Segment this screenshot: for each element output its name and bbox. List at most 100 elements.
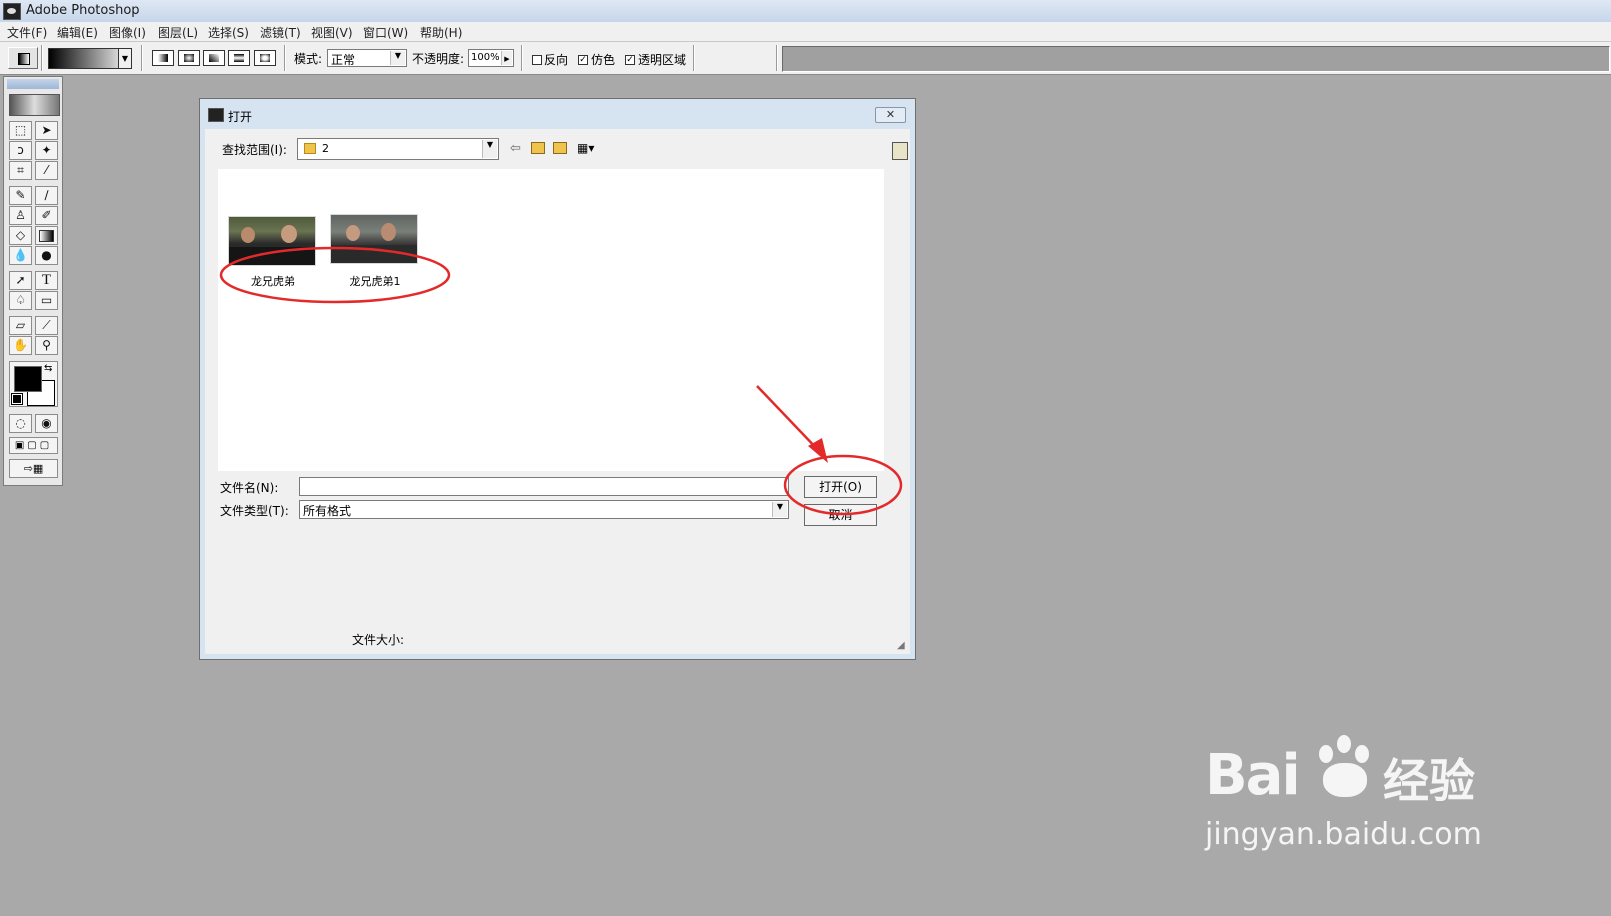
screen-mode-icons[interactable]: ▣▢▢ (9, 437, 58, 454)
reverse-label: 反向 (544, 53, 569, 67)
mode-label: 模式: (294, 52, 323, 66)
jump-to-imageready-icon[interactable]: ⇨▦ (9, 459, 58, 478)
reverse-checkbox[interactable] (532, 55, 542, 65)
reflected-gradient-button[interactable] (228, 50, 250, 66)
stamp-tool-icon[interactable]: ♙ (9, 206, 32, 225)
menu-view[interactable]: 视图(V) (311, 24, 353, 41)
up-folder-icon[interactable] (531, 142, 545, 154)
file-thumbnail (228, 216, 316, 266)
default-colors-icon[interactable] (11, 393, 23, 405)
menu-select[interactable]: 选择(S) (208, 24, 249, 41)
dialog-title-bar[interactable]: 打开 ✕ (200, 99, 915, 129)
new-folder-icon[interactable] (553, 142, 567, 154)
marquee-tool-icon[interactable]: ⬚ (9, 121, 32, 140)
close-button[interactable]: ✕ (875, 107, 906, 123)
filename-input[interactable] (299, 477, 789, 496)
mode-value: 正常 (331, 53, 356, 67)
look-in-select[interactable]: 2 ▼ (297, 138, 499, 160)
history-brush-icon[interactable]: ✐ (35, 206, 58, 225)
type-tool-icon[interactable]: T (35, 271, 58, 290)
chevron-down-icon: ▼ (482, 140, 497, 158)
blur-tool-icon[interactable]: 💧 (9, 246, 32, 265)
diamond-gradient-button[interactable] (254, 50, 276, 66)
standard-mode-icon[interactable]: ◌ (9, 414, 32, 433)
file-list[interactable]: 龙兄虎弟 龙兄虎弟1 (218, 169, 884, 471)
chevron-down-icon: ▼ (772, 502, 787, 517)
lasso-tool-icon[interactable]: ↄ (9, 141, 32, 160)
eraser-tool-icon[interactable]: ◇ (9, 226, 32, 245)
view-menu-icon[interactable]: ▦▾ (577, 141, 594, 155)
notes-tool-icon[interactable]: ▱ (9, 316, 32, 335)
desktop-shortcut-icon[interactable] (892, 142, 908, 160)
linear-gradient-button[interactable] (152, 50, 174, 66)
pen-tool-icon[interactable]: ♤ (9, 291, 32, 310)
gradient-tool-icon (18, 53, 30, 65)
photoshop-eye-icon[interactable] (9, 94, 60, 116)
watermark-brand-right: 经验 (1383, 754, 1475, 808)
opacity-label: 不透明度: (412, 52, 465, 66)
palette-well[interactable] (782, 46, 1610, 72)
eyedropper-icon[interactable]: ⟋ (35, 316, 58, 335)
menu-edit[interactable]: 编辑(E) (57, 24, 98, 41)
menu-layer[interactable]: 图层(L) (158, 24, 198, 41)
opacity-field[interactable]: 100% ▶ (468, 49, 514, 67)
quick-mask-icon[interactable]: ◉ (35, 414, 58, 433)
menu-file[interactable]: 文件(F) (7, 24, 47, 41)
filetype-select[interactable]: 所有格式 ▼ (299, 500, 789, 519)
dither-label: 仿色 (591, 53, 616, 67)
back-arrow-icon[interactable]: ⇦ (510, 141, 521, 156)
radial-gradient-button[interactable] (178, 50, 200, 66)
resize-grip-icon[interactable]: ◢ (897, 640, 905, 651)
chevron-down-icon[interactable]: ▼ (118, 49, 131, 68)
mode-select[interactable]: 正常 ▼ (327, 49, 407, 67)
photoshop-eye-icon (3, 3, 21, 20)
menu-window[interactable]: 窗口(W) (363, 24, 408, 41)
baidu-watermark: Bai 经验 jingyan.baidu.com (1205, 735, 1495, 855)
gradient-tool-icon[interactable] (35, 226, 58, 245)
menu-help[interactable]: 帮助(H) (420, 24, 462, 41)
filetype-label: 文件类型(T): (220, 504, 289, 518)
options-bar: ▼ 模式: 正常 ▼ 不透明度: 100% ▶ 反向 ✓ 仿色 ✓ 透明区域 (0, 42, 1611, 75)
crop-tool-icon[interactable]: ⌗ (9, 161, 32, 180)
opacity-value: 100% (471, 52, 500, 63)
path-select-icon[interactable]: ➚ (9, 271, 32, 290)
shape-tool-icon[interactable]: ▭ (35, 291, 58, 310)
app-title-bar: Adobe Photoshop (0, 0, 1611, 23)
dodge-tool-icon[interactable]: ● (35, 246, 58, 265)
file-name: 龙兄虎弟 (251, 275, 295, 288)
toolbox: ⬚ ➤ ↄ ✦ ⌗ ⁄ ✎ ∕ ♙ ✐ ◇ 💧 ● ➚ T ♤ ▭ ▱ ⟋ ✋ … (3, 76, 63, 486)
dither-checkbox[interactable]: ✓ (578, 55, 588, 65)
open-button[interactable]: 打开(O) (804, 476, 877, 498)
menu-filter[interactable]: 滤镜(T) (260, 24, 301, 41)
file-item[interactable]: 龙兄虎弟1 (330, 214, 420, 290)
watermark-brand-left: Bai (1205, 743, 1301, 808)
tool-preset-button[interactable] (8, 47, 38, 69)
look-in-value: 2 (322, 142, 329, 155)
magic-wand-icon[interactable]: ✦ (35, 141, 58, 160)
photoshop-eye-icon (208, 108, 224, 122)
zoom-tool-icon[interactable]: ⚲ (35, 336, 58, 355)
toolbox-title-bar[interactable] (7, 79, 59, 89)
healing-brush-icon[interactable]: ✎ (9, 186, 32, 205)
file-item[interactable]: 龙兄虎弟 (228, 216, 318, 292)
move-tool-icon[interactable]: ➤ (35, 121, 58, 140)
swap-colors-icon[interactable]: ⇆ (44, 363, 52, 374)
file-thumbnail (330, 214, 418, 264)
slice-tool-icon[interactable]: ⁄ (35, 161, 58, 180)
paw-icon (1313, 735, 1379, 801)
transparency-checkbox[interactable]: ✓ (625, 55, 635, 65)
menu-image[interactable]: 图像(I) (109, 24, 146, 41)
brush-tool-icon[interactable]: ∕ (35, 186, 58, 205)
folder-icon (304, 143, 316, 154)
transparency-label: 透明区域 (638, 53, 687, 67)
gradient-picker[interactable]: ▼ (48, 48, 132, 69)
chevron-right-icon[interactable]: ▶ (501, 51, 512, 65)
angle-gradient-button[interactable] (203, 50, 225, 66)
foreground-color-swatch[interactable] (14, 366, 42, 392)
filesize-label: 文件大小: (352, 633, 405, 647)
filetype-value: 所有格式 (303, 504, 352, 518)
hand-tool-icon[interactable]: ✋ (9, 336, 32, 355)
app-title: Adobe Photoshop (26, 3, 140, 18)
cancel-button[interactable]: 取消 (804, 504, 877, 526)
look-in-label: 查找范围(I): (222, 143, 287, 157)
